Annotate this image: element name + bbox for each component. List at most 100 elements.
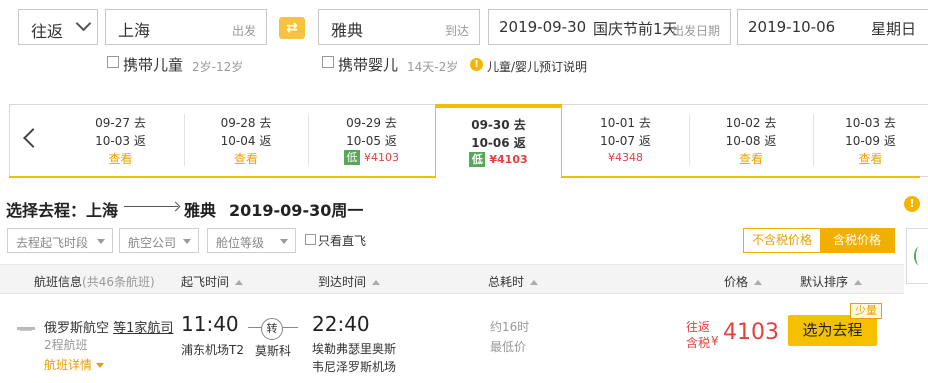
sort-icon — [854, 280, 863, 285]
dep-time-filter-label: 去程起飞时段 — [16, 236, 89, 250]
flight-count: (共46条航班) — [82, 275, 155, 289]
info-icon[interactable]: ! — [904, 196, 920, 212]
airline-logo — [17, 327, 35, 331]
date-tab[interactable]: 09-27 去 10-03 返 查看 — [57, 104, 184, 177]
date-tab[interactable]: 10-02 去 10-08 返 查看 — [689, 104, 813, 177]
flight-details-link[interactable]: 航班详情 — [44, 356, 105, 373]
arrival-airport: 埃勒弗瑟里奥斯韦尼泽罗斯机场 — [312, 342, 397, 374]
flight-legs: 2程航班 — [44, 338, 88, 352]
date-tab-price: ¥4348 — [608, 151, 643, 164]
price-excl-tax-option[interactable]: 不含税价格 — [744, 229, 820, 252]
col-default-sort[interactable]: 默认排序 — [800, 273, 863, 290]
departure-date-value: 2019-09-30 — [499, 18, 587, 36]
date-tab[interactable]: 10-01 去 10-07 返 ¥4348 — [562, 104, 689, 177]
sort-icon — [754, 280, 763, 285]
arrival-city-value: 雅典 — [331, 21, 364, 40]
date-tab-view[interactable]: 查看 — [234, 152, 258, 166]
date-tab[interactable]: 10-03 去 10-09 返 查看 — [813, 104, 928, 177]
sort-icon — [235, 280, 244, 285]
date-tab-go: 09-30 去 — [471, 118, 526, 132]
departure-city-input[interactable]: 上海 出发 — [105, 9, 267, 45]
price-currency: ¥ — [711, 334, 719, 348]
date-tab-go: 10-03 去 — [845, 116, 896, 130]
trip-type-value: 往返 — [31, 22, 64, 41]
selection-date: 2019-09-30周一 — [229, 201, 364, 220]
date-tab-view[interactable]: 查看 — [739, 152, 763, 166]
infant-label: 携带婴儿 — [338, 56, 399, 74]
infant-checkbox[interactable] — [322, 56, 334, 68]
child-checkbox[interactable] — [107, 56, 119, 68]
chevron-down-icon — [75, 15, 92, 32]
departure-city-tag: 出发 — [231, 24, 256, 38]
info-icon: ! — [470, 58, 483, 71]
arrow-right-icon — [124, 206, 178, 207]
caret-down-icon — [96, 363, 105, 368]
date-tab-back: 10-07 返 — [600, 134, 651, 148]
low-price-badge: 低 — [469, 152, 486, 167]
transfer-icon: 转 — [261, 318, 283, 340]
child-label: 携带儿童 — [123, 56, 184, 74]
col-dep-time[interactable]: 起飞时间 — [181, 273, 244, 290]
arrival-city-input[interactable]: 雅典 到达 — [318, 9, 480, 45]
date-tab-go: 10-01 去 — [600, 116, 651, 130]
date-tab-selected[interactable]: 09-30 去 10-06 返 低 ¥4103 — [435, 104, 562, 178]
departure-holiday: 国庆节前1天 — [593, 20, 678, 38]
date-tab-back: 10-05 返 — [346, 134, 397, 148]
side-panel-tab[interactable] — [906, 228, 928, 284]
date-tab-back: 10-09 返 — [845, 134, 896, 148]
airline-name: 俄罗斯航空 等1家航司 — [44, 321, 174, 336]
date-tab-view[interactable]: 查看 — [108, 152, 132, 166]
date-tab-price: ¥4103 — [364, 151, 399, 164]
booking-notes-link[interactable]: 儿童/婴儿预订说明 — [487, 58, 587, 75]
cabin-filter-label: 舱位等级 — [216, 236, 265, 250]
arrival-time: 22:40 — [312, 312, 370, 336]
departure-time: 11:40 — [181, 312, 239, 336]
selection-title: 选择去程：上海 — [6, 201, 119, 220]
caret-down-icon — [183, 239, 191, 244]
col-duration[interactable]: 总耗时 — [488, 273, 539, 290]
return-date-input[interactable]: 2019-10-06 星期日 — [737, 9, 928, 45]
col-price[interactable]: 价格 — [724, 273, 763, 290]
date-tab-go: 10-02 去 — [725, 116, 777, 130]
infant-age: 14天-2岁 — [407, 60, 459, 74]
date-tab-back: 10-04 返 — [220, 134, 272, 148]
departure-date-tag: 出发日期 — [671, 24, 720, 38]
table-header: 航班信息(共46条航班) 起飞时间 到达时间 总耗时 价格 默认排序 — [0, 264, 904, 294]
date-tab[interactable]: 09-29 去 10-05 返 低 ¥4103 — [308, 104, 435, 177]
date-tab-go: 09-29 去 — [346, 116, 397, 130]
dep-time-filter[interactable]: 去程起飞时段 — [7, 228, 113, 253]
departure-city-value: 上海 — [118, 21, 151, 40]
sort-icon — [372, 280, 381, 285]
caret-down-icon — [97, 239, 105, 244]
selection-destination: 雅典 — [184, 201, 217, 220]
airline-filter[interactable]: 航空公司 — [119, 228, 199, 253]
date-tab-back: 10-08 返 — [725, 134, 777, 148]
low-price-badge: 低 — [344, 150, 360, 165]
airline-filter-label: 航空公司 — [128, 236, 177, 250]
select-outbound-button[interactable]: 选为去程 — [788, 315, 877, 346]
date-tab-price: ¥4103 — [489, 153, 528, 166]
swap-cities-icon[interactable]: ⇄ — [279, 17, 305, 39]
price-incl-tax-option[interactable]: 含税价格 — [820, 229, 894, 252]
cabin-filter[interactable]: 舱位等级 — [207, 228, 296, 253]
seats-left-badge: 少量 — [850, 303, 882, 319]
return-weekday: 星期日 — [871, 20, 917, 38]
date-tab-view[interactable]: 查看 — [858, 152, 882, 166]
more-airlines-link[interactable]: 等1家航司 — [113, 321, 173, 336]
price-mode-toggle: 不含税价格 含税价格 — [743, 228, 895, 253]
child-age: 2岁-12岁 — [192, 60, 244, 74]
return-date-value: 2019-10-06 — [748, 18, 836, 36]
lowest-price-tag: 最低价 — [490, 340, 527, 354]
direct-only-checkbox[interactable] — [305, 234, 316, 245]
col-arr-time[interactable]: 到达时间 — [318, 273, 381, 290]
trip-type-select[interactable]: 往返 — [18, 9, 98, 45]
caret-down-icon — [280, 239, 288, 244]
strip-underline — [9, 176, 435, 178]
date-tab-back: 10-06 返 — [471, 136, 526, 150]
flight-duration: 约16时 — [490, 320, 530, 334]
date-tab[interactable]: 09-28 去 10-04 返 查看 — [184, 104, 308, 177]
sort-icon — [530, 280, 539, 285]
flight-price: 4103 — [723, 320, 779, 345]
arrival-city-tag: 到达 — [444, 24, 469, 38]
departure-date-input[interactable]: 2019-09-30 国庆节前1天 出发日期 — [488, 9, 731, 45]
